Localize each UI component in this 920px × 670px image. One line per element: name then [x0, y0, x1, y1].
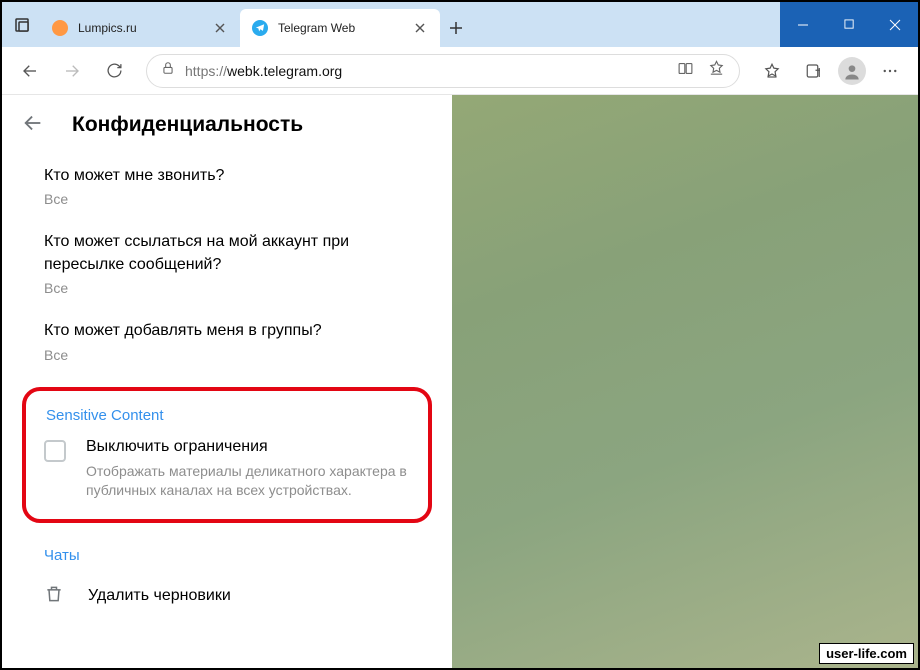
- content-area: Конфиденциальность Кто может мне звонить…: [2, 95, 918, 668]
- trash-icon: [44, 584, 64, 609]
- setting-value: Все: [44, 347, 426, 363]
- close-window-button[interactable]: [872, 2, 918, 47]
- setting-forward-link[interactable]: Кто может ссылаться на мой аккаунт при п…: [2, 221, 452, 310]
- tab-title: Telegram Web: [278, 21, 402, 35]
- refresh-button[interactable]: [96, 53, 132, 89]
- browser-titlebar: Lumpics.ru Telegram Web: [2, 2, 918, 47]
- settings-panel: Конфиденциальность Кто может мне звонить…: [2, 95, 452, 668]
- url-host: webk.telegram.org: [227, 63, 342, 79]
- window-controls: [780, 2, 918, 47]
- tab-telegram[interactable]: Telegram Web: [240, 9, 440, 47]
- tab-title: Lumpics.ru: [78, 21, 202, 35]
- setting-value: Все: [44, 191, 426, 207]
- lock-icon: [161, 61, 175, 80]
- address-bar-actions: [677, 60, 725, 82]
- watermark: user-life.com: [819, 643, 914, 664]
- minimize-button[interactable]: [780, 2, 826, 47]
- back-button[interactable]: [12, 53, 48, 89]
- extensions-icon[interactable]: [677, 60, 694, 82]
- collections-button[interactable]: [796, 53, 832, 89]
- tab-lumpics[interactable]: Lumpics.ru: [40, 9, 240, 47]
- maximize-button[interactable]: [826, 2, 872, 47]
- tab-strip: Lumpics.ru Telegram Web: [40, 2, 780, 47]
- setting-who-can-call[interactable]: Кто может мне звонить? Все: [2, 155, 452, 221]
- profile-avatar[interactable]: [838, 57, 866, 85]
- panel-header: Конфиденциальность: [2, 95, 452, 155]
- setting-label: Кто может мне звонить?: [44, 165, 426, 187]
- setting-value: Все: [44, 280, 426, 296]
- address-bar[interactable]: https://webk.telegram.org: [146, 54, 740, 88]
- setting-label: Кто может ссылаться на мой аккаунт при п…: [44, 231, 426, 276]
- chat-background: [452, 95, 918, 668]
- panel-back-button[interactable]: [22, 112, 44, 139]
- section-title-sensitive: Sensitive Content: [44, 403, 410, 438]
- setting-label: Кто может добавлять меня в группы?: [44, 320, 426, 342]
- page-title: Конфиденциальность: [72, 113, 303, 137]
- disable-filtering-row[interactable]: Выключить ограничения Отображать материа…: [44, 438, 410, 501]
- new-tab-button[interactable]: [440, 9, 472, 47]
- browser-toolbar: https://webk.telegram.org: [2, 47, 918, 95]
- checkbox-description: Отображать материалы деликатного характе…: [86, 462, 410, 501]
- delete-drafts-row[interactable]: Удалить черновики: [2, 570, 452, 623]
- sensitive-content-highlight: Sensitive Content Выключить ограничения …: [22, 387, 432, 523]
- url-protocol: https://: [185, 63, 227, 79]
- delete-drafts-label: Удалить черновики: [88, 587, 231, 605]
- shopping-icon[interactable]: [708, 60, 725, 82]
- titlebar-left: [2, 2, 32, 47]
- section-title-chats: Чаты: [2, 529, 452, 570]
- favorites-button[interactable]: [754, 53, 790, 89]
- close-tab-icon[interactable]: [412, 20, 428, 36]
- setting-add-to-groups[interactable]: Кто может добавлять меня в группы? Все: [2, 310, 452, 376]
- disable-filtering-checkbox[interactable]: [44, 440, 66, 462]
- favicon-telegram-icon: [252, 20, 268, 36]
- url-text: https://webk.telegram.org: [185, 63, 342, 79]
- favicon-lumpics-icon: [52, 20, 68, 36]
- checkbox-text-group: Выключить ограничения Отображать материа…: [86, 438, 410, 501]
- tab-overview-icon[interactable]: [12, 15, 32, 35]
- checkbox-label: Выключить ограничения: [86, 438, 410, 456]
- forward-button[interactable]: [54, 53, 90, 89]
- menu-button[interactable]: [872, 53, 908, 89]
- close-tab-icon[interactable]: [212, 20, 228, 36]
